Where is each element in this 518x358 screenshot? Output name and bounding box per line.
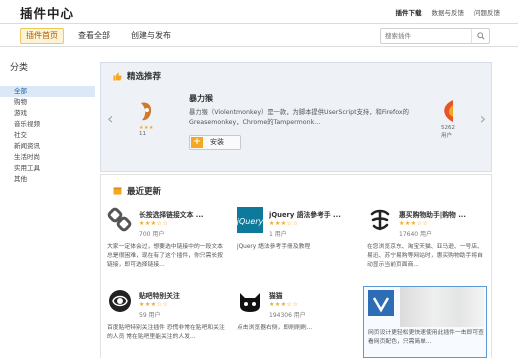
rating-stars: ★★★☆☆ <box>399 220 429 227</box>
sidebar-item-lifestyle[interactable]: 生活时尚 <box>0 152 95 163</box>
sidebar-item-tools[interactable]: 实用工具 <box>0 163 95 174</box>
featured-plugin-title[interactable]: 暴力猴 <box>189 93 213 104</box>
plugin-description: 在您浏览京东、淘宝天猫、亚马逊、一号店、易迅、苏宁易购等网站时，惠买购物助手将自… <box>367 244 483 268</box>
recent-heading: 最近更新 <box>113 185 161 197</box>
plugin-card[interactable]: jQuery jQuery 語法參考手 ... ★★★☆☆ 1 用户 jQuer… <box>237 207 357 277</box>
sidebar-item-news[interactable]: 新闻资讯 <box>0 141 95 152</box>
recent-updates-section: 最近更新 长按选择链接文本 ... ★★★☆☆ 700 用户 大家一定体会过，想… <box>100 174 492 358</box>
featured-next-item[interactable]: 5262 用户 <box>441 99 455 139</box>
featured-section: 精选推荐 ‹ › ★★★ 11 5262 用户 暴力猴 暴力猴（Violentm… <box>100 62 492 172</box>
plugin-users: 700 用户 <box>139 231 165 238</box>
featured-heading-label: 精选推荐 <box>127 72 162 82</box>
tab-all[interactable]: 查看全部 <box>78 28 110 44</box>
plugin-card[interactable]: 惠买购物助手|购物 ... ★★★☆☆ 17640 用户 在您浏览京东、淘宝天猫… <box>367 207 487 277</box>
thumbs-up-icon <box>113 72 122 81</box>
plugin-description: jQuery 語法參考手冊及教程 <box>237 244 311 250</box>
plugin-description: 网页设计更轻松更快速使用此插件一击即可查看网页配色，只需简单... <box>368 330 484 345</box>
install-button[interactable]: + 安装 <box>189 135 241 150</box>
top-link-data[interactable]: 数据与反馈 <box>432 7 465 17</box>
plus-icon: + <box>191 137 203 148</box>
plugin-card[interactable]: 猫猫 ★★★☆☆ 194306 用户 点击浏览器右侧，即刷刷刷... <box>237 288 357 358</box>
featured-heading: 精选推荐 <box>113 70 161 82</box>
recent-heading-label: 最近更新 <box>127 187 162 197</box>
top-links: 插件下载 数据与反馈 问题反馈 <box>396 7 501 17</box>
install-label: 安装 <box>210 138 224 146</box>
category-list: 全部 购物 游戏 音乐视频 社交 新闻资讯 生活时尚 实用工具 其他 <box>0 86 95 185</box>
plugin-name[interactable]: 长按选择链接文本 ... <box>139 209 227 219</box>
sidebar-title: 分类 <box>10 63 29 73</box>
plugin-name[interactable]: jQuery 語法參考手 ... <box>269 209 357 219</box>
plugin-description: 大家一定体会过，想要选中链接中的一段文本总是很困难，现在有了这个插件，你只需长按… <box>107 244 223 268</box>
translate-icon <box>368 290 394 316</box>
plugin-users: 194306 用户 <box>269 312 306 319</box>
carousel-next-button[interactable]: › <box>480 111 486 127</box>
cat-icon <box>240 293 260 312</box>
rating-stars: ★★★☆☆ <box>139 220 169 227</box>
plugin-card[interactable]: 贴吧特别关注 ★★★☆☆ 59 用户 百度贴吧特别关注插件 恐慌非常在贴吧和关注… <box>107 288 227 358</box>
box-icon <box>113 187 122 195</box>
tab-bar: 插件首页 查看全部 创建与发布 <box>0 23 518 47</box>
page-title: 插件中心 <box>20 6 75 21</box>
plugin-name[interactable]: 惠买购物助手|购物 ... <box>399 209 487 219</box>
tieba-icon <box>109 290 131 312</box>
search-input[interactable] <box>385 30 467 42</box>
tab-create[interactable]: 创建与发布 <box>131 28 171 44</box>
link-icon <box>107 207 132 232</box>
sidebar-item-all[interactable]: 全部 <box>0 86 95 97</box>
huimai-icon <box>370 209 390 231</box>
plugin-name[interactable]: 贴吧特别关注 <box>139 290 227 300</box>
jquery-icon: jQuery <box>237 207 263 233</box>
plugin-description: 点击浏览器右侧，即刷刷刷... <box>237 325 313 331</box>
sidebar-item-other[interactable]: 其他 <box>0 174 95 185</box>
featured-prev-item[interactable]: ★★★ 11 <box>139 99 155 137</box>
plugin-description: 百度贴吧特别关注插件 恐慌非常在贴吧和关注的人员 常在贴吧里能关注的人发... <box>107 325 225 340</box>
tab-home[interactable]: 插件首页 <box>20 28 64 44</box>
plugin-card-selected[interactable]: 网页设计更轻松更快速使用此插件一击即可查看网页配色，只需简单... <box>363 286 487 358</box>
plugin-name[interactable]: 猫猫 <box>269 290 357 300</box>
plugin-users: 59 用户 <box>139 312 161 319</box>
sidebar-item-games[interactable]: 游戏 <box>0 108 95 119</box>
rating-stars: ★★★☆☆ <box>139 301 169 308</box>
featured-right-users-unit: 用户 <box>441 133 453 139</box>
rating-stars: ★★★☆☆ <box>269 301 299 308</box>
sidebar-item-shopping[interactable]: 购物 <box>0 97 95 108</box>
featured-left-users: 11 <box>139 131 146 137</box>
carousel-prev-button[interactable]: ‹ <box>107 111 113 127</box>
monkey-icon <box>141 102 152 121</box>
sidebar-item-music-video[interactable]: 音乐视频 <box>0 119 95 130</box>
search-button[interactable] <box>471 29 489 43</box>
rating-stars: ★★★☆☆ <box>269 220 299 227</box>
obscured-region <box>400 287 484 327</box>
plugin-users: 17640 用户 <box>399 231 432 238</box>
sidebar-item-social[interactable]: 社交 <box>0 130 95 141</box>
plugin-card[interactable]: 长按选择链接文本 ... ★★★☆☆ 700 用户 大家一定体会过，想要选中链接… <box>107 207 227 277</box>
top-bar: 插件中心 插件下载 数据与反馈 问题反馈 <box>0 0 518 22</box>
svg-text:jQuery: jQuery <box>237 217 263 226</box>
top-link-download[interactable]: 插件下载 <box>396 7 422 17</box>
top-link-feedback[interactable]: 问题反馈 <box>474 7 500 17</box>
search-box <box>380 28 490 44</box>
featured-plugin-description: 暴力猴（Violentmonkey）是一款，为脚本提供UserScript支持，… <box>189 109 409 126</box>
plugin-users: 1 用户 <box>269 231 287 238</box>
search-icon <box>477 32 485 40</box>
ember-icon <box>444 100 453 122</box>
